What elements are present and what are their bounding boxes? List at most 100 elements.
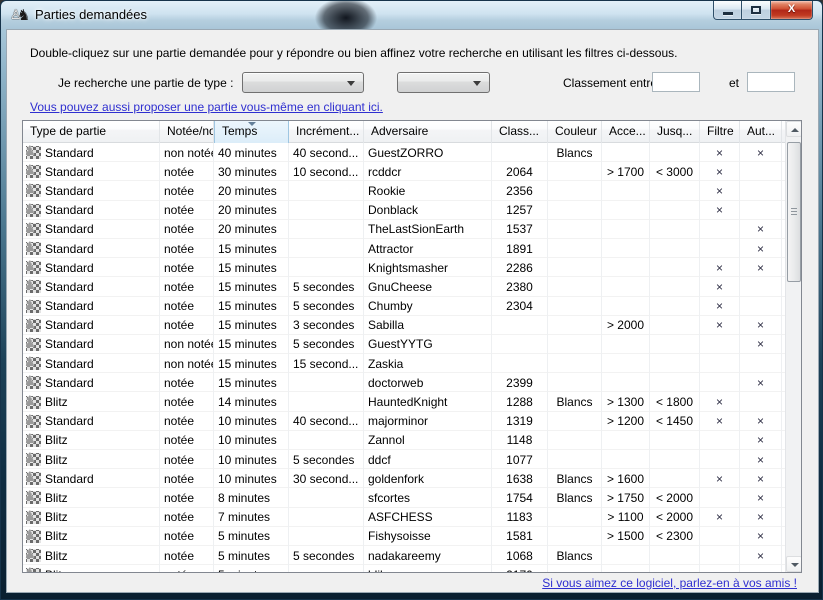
column-header-acce[interactable]: Acce... [602,121,650,143]
column-header-class[interactable]: Class... [492,121,548,143]
scroll-down-button[interactable] [786,556,802,572]
table-cell: 1581 [492,527,548,546]
pawn-icon [26,242,41,255]
column-header-label: Acce... [609,124,646,138]
table-cell: notée [160,546,214,565]
table-cell: < 3000 [650,162,700,181]
vertical-scrollbar[interactable] [785,121,801,572]
game-type-value: Standard [45,316,94,334]
table-cell: × [700,201,740,220]
close-button[interactable]: X [770,1,813,20]
column-header-noteno[interactable]: Notée/no... [160,121,214,143]
table-cell [548,297,602,316]
table-row[interactable]: Blitznotée7 minutesASFCHESS1183> 1100< 2… [23,508,786,527]
table-cell: × [740,488,782,507]
game-type-combobox[interactable] [242,72,364,93]
table-cell [650,450,700,469]
table-cell [650,565,700,573]
game-type-combobox-2[interactable] [397,72,490,93]
table-cell: Zannol [364,431,492,450]
table-row[interactable]: Standardnotée20 minutesTheLastSionEarth1… [23,220,786,239]
rating-range-label: Classement entre [563,76,657,90]
table-cell [650,297,700,316]
title-bar[interactable]: ♙ ♞ Parties demandées X [1,1,822,29]
table-cell: notée [160,392,214,411]
table-row[interactable]: Standardnon notée15 minutes15 second...Z… [23,354,786,373]
table-row[interactable]: Blitznotée5 minutesFishysoisse1581> 1500… [23,527,786,546]
table-row[interactable]: Standardnotée20 minutesDonblack1257× [23,201,786,220]
column-header-couleur[interactable]: Couleur [548,121,602,143]
chess-app-icon: ♙ ♞ [10,6,30,24]
scrollbar-thumb[interactable] [787,142,801,282]
table-row[interactable]: Blitznotée5 minutesblik2170× [23,565,786,573]
table-row[interactable]: Standardnotée15 minutesKnightsmasher2286… [23,258,786,277]
table-cell: × [700,277,740,296]
table-row[interactable]: Standardnotée15 minutes3 secondesSabilla… [23,316,786,335]
table-row[interactable]: Standardnotée10 minutes40 second...major… [23,412,786,431]
game-type-value: Standard [45,144,94,162]
table-cell: × [700,412,740,431]
table-cell [548,277,602,296]
table-cell: Attractor [364,239,492,258]
table-cell [650,258,700,277]
table-row[interactable]: Standardnon notée15 minutes5 secondesGue… [23,335,786,354]
table-row[interactable]: Blitznotée10 minutesZannol1148× [23,431,786,450]
table-cell [548,527,602,546]
column-header-aut[interactable]: Aut... [740,121,782,143]
pawn-icon [26,165,41,178]
table-cell: Standard [23,316,160,335]
minimize-button[interactable] [713,1,742,20]
maximize-button[interactable] [742,1,770,20]
table-cell: 1537 [492,220,548,239]
table-row[interactable]: Standardnon notée40 minutes40 second...G… [23,143,786,162]
table-row[interactable]: Standardnotée30 minutes10 second...rcddc… [23,162,786,181]
rating-max-input[interactable] [747,72,795,92]
table-row[interactable]: Blitznotée10 minutes5 secondesddcf1077× [23,450,786,469]
sort-descending-icon [248,122,256,126]
table-row[interactable]: Standardnotée15 minutesAttractor1891× [23,239,786,258]
table-row[interactable]: Standardnotée15 minutesdoctorweb2399× [23,373,786,392]
game-type-value: Blitz [45,508,68,526]
table-cell [548,258,602,277]
table-row[interactable]: Standardnotée15 minutes5 secondesChumby2… [23,297,786,316]
table-cell: notée [160,201,214,220]
column-header-temps[interactable]: Temps [214,121,289,143]
table-cell [700,488,740,507]
table-cell [602,546,650,565]
scroll-up-button[interactable] [786,121,802,137]
pawn-icon [26,396,41,409]
table-cell [650,373,700,392]
table-cell: 5 secondes [289,335,364,354]
column-header-adversaire[interactable]: Adversaire [364,121,492,143]
table-cell: Rookie [364,181,492,200]
table-row[interactable]: Blitznotée14 minutesHauntedKnight1288Bla… [23,392,786,411]
table-cell: Knightsmasher [364,258,492,277]
column-header-jusq[interactable]: Jusq... [650,121,700,143]
table-cell: Blancs [548,546,602,565]
share-link[interactable]: Si vous aimez ce logiciel, parlez-en à v… [542,576,797,590]
rating-min-input[interactable] [652,72,700,92]
table-cell: notée [160,181,214,200]
game-type-value: Standard [45,163,94,181]
propose-game-link[interactable]: Vous pouvez aussi proposer une partie vo… [30,100,383,114]
column-header-typedepartie[interactable]: Type de partie [23,121,160,143]
table-cell: × [700,508,740,527]
table-row[interactable]: Blitznotée8 minutessfcortes1754Blancs> 1… [23,488,786,507]
table-cell: × [700,297,740,316]
table-cell: 1754 [492,488,548,507]
table-cell [602,277,650,296]
table-cell: × [740,316,782,335]
column-header-incrment[interactable]: Incrément... [289,121,364,143]
table-row[interactable]: Standardnotée20 minutesRookie2356× [23,181,786,200]
table-cell: 15 minutes [214,258,289,277]
table-cell [650,181,700,200]
table-cell: 15 minutes [214,277,289,296]
pawn-icon [26,472,41,485]
table-cell: notée [160,297,214,316]
table-row[interactable]: Blitznotée5 minutes5 secondesnadakareemy… [23,546,786,565]
table-row[interactable]: Standardnotée10 minutes30 second...golde… [23,469,786,488]
column-header-filtre[interactable]: Filtre [700,121,740,143]
table-row[interactable]: Standardnotée15 minutes5 secondesGnuChee… [23,277,786,296]
table-cell [650,143,700,162]
table-cell [548,181,602,200]
